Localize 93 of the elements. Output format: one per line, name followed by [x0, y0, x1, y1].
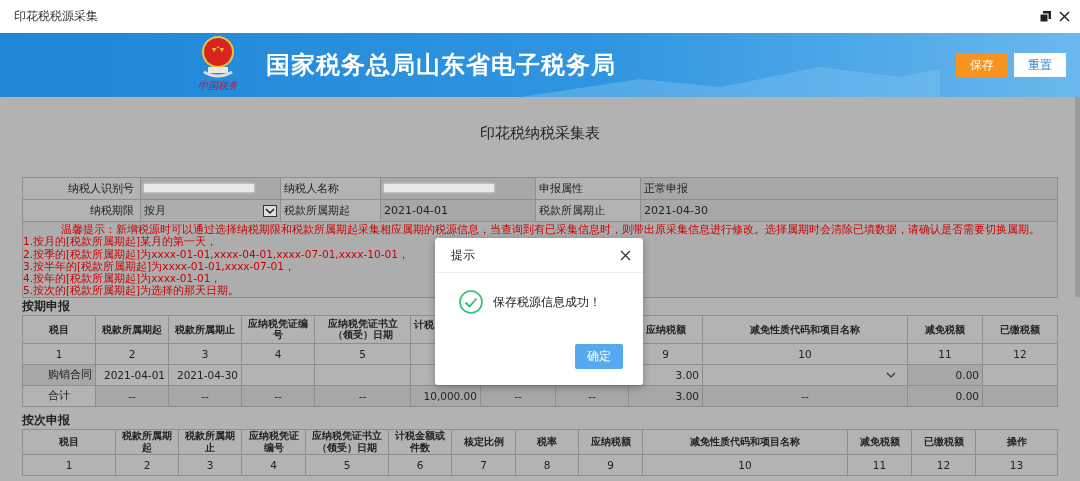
chevron-down-icon: [886, 371, 896, 378]
table-cell: --: [514, 389, 522, 402]
column-header: 税目: [59, 436, 79, 448]
table-cell: 10: [798, 347, 812, 360]
table-cell: --: [358, 389, 367, 402]
chevron-down-icon: [263, 204, 277, 217]
table-cell: 3.00: [675, 389, 699, 402]
column-header: 应纳税额: [590, 436, 631, 448]
confirm-button[interactable]: 确定: [575, 344, 623, 369]
table-cell: 5: [359, 347, 366, 360]
field-label: 纳税期限: [90, 204, 134, 217]
table-cell: 合计: [48, 388, 70, 401]
field-label: 申报属性: [539, 182, 583, 195]
window-title: 印花税税源采集: [14, 8, 99, 25]
table-cell: --: [128, 389, 136, 402]
form-title: 印花税纳税采集表: [480, 124, 600, 142]
column-header: 已缴税额: [923, 436, 964, 448]
table-cell: 8: [543, 458, 551, 471]
table-cell: 1: [65, 458, 73, 471]
section-title: 按期申报: [22, 298, 70, 314]
table-cell: 10,000.00: [423, 389, 477, 402]
table-cell: 10: [738, 458, 752, 471]
notice-text: 3.按半年的[税款所属期起]为xxxx-01-01,xxxx-07-01，: [23, 259, 295, 273]
column-header: 应纳税凭证书立（领受）日期: [312, 430, 382, 453]
table-cell: 6: [416, 458, 424, 471]
table-cell: 3.00: [675, 368, 699, 381]
column-header: 税款所属期起: [102, 323, 162, 335]
column-header: 减免税额: [859, 436, 900, 448]
table-cell: 1: [55, 347, 63, 360]
column-header: 税率: [537, 436, 557, 448]
table-cell: 12: [936, 458, 951, 471]
table-cell: 9: [662, 347, 669, 360]
table-cell: --: [588, 389, 596, 402]
table-cell: 7: [480, 458, 487, 471]
table-cell: 5: [343, 458, 351, 471]
table-cell: 13: [1009, 458, 1024, 471]
table-cell: 0.00: [955, 389, 979, 402]
column-header: 减免性质代码和项目名称: [750, 323, 860, 335]
column-header: 税款所属期起: [122, 430, 172, 453]
table-cell: 2021-04-30: [176, 368, 238, 381]
column-header: 计税金额或件数: [395, 430, 445, 453]
column-header: 税款所属期止: [185, 430, 235, 453]
dialog-message: 保存税源信息成功！: [493, 294, 601, 310]
table-cell: 3: [206, 458, 214, 471]
restore-icon[interactable]: [1040, 11, 1051, 22]
logo-caption: 中国税务: [198, 80, 238, 91]
field-label: 纳税人名称: [284, 182, 339, 195]
save-button[interactable]: 保存: [956, 53, 1008, 77]
field-label: 纳税人识别号: [68, 182, 134, 195]
table-cell: 4: [274, 347, 282, 360]
notice-text: 2.按季的[税款所属期起]为xxxx-01-01,xxxx-04-01,xxxx-07-01,xxxx-10-01，: [23, 247, 409, 260]
dialog-title: 提示: [451, 246, 475, 264]
field-value: 正常申报: [644, 182, 688, 195]
column-header: 税款所属期止: [175, 323, 235, 335]
column-header: 减免性质代码和项目名称: [690, 436, 800, 448]
table-cell: 9: [607, 458, 614, 471]
notice-text: 1.按月的[税款所属期起]某月的第一天，: [23, 235, 218, 248]
column-header: 应纳税凭证编号: [248, 317, 308, 341]
table-cell: 12: [1013, 347, 1027, 360]
section-title: 按次申报: [22, 412, 70, 428]
table-cell: 11: [938, 347, 952, 360]
table-cell: 4: [270, 458, 277, 471]
close-icon[interactable]: [620, 249, 631, 261]
column-header: 计税: [414, 318, 434, 330]
table-cell: 3: [201, 347, 209, 360]
column-header: 应纳税凭证编号: [248, 430, 299, 453]
table-cell: 购销合同: [48, 367, 92, 380]
banner-title: 国家税务总局山东省电子税务局: [266, 50, 616, 81]
table-cell: 0.00: [955, 368, 979, 381]
table-cell: --: [274, 389, 282, 402]
column-header: 应纳税凭证书立（领受）日期: [327, 317, 398, 341]
field-label: 税款所属期止: [539, 204, 605, 217]
table-cell: 2: [128, 347, 136, 360]
close-icon[interactable]: [1059, 11, 1070, 22]
field-value: 2021-04-30: [644, 204, 708, 217]
column-header: 减免税额: [925, 323, 965, 335]
table-cell: --: [201, 389, 209, 402]
column-header: 已缴税额: [1000, 323, 1040, 335]
notice-text: 4.按年的[税款所属期起]为xxxx-01-01，: [23, 272, 222, 285]
reset-button[interactable]: 重置: [1014, 53, 1066, 77]
field-value: 2021-04-01: [384, 204, 448, 217]
column-header: 操作: [1006, 436, 1027, 448]
notice-text: 温馨提示：新增税源时可以通过选择纳税期限和税款所属期起采集相应属期的税源信息，当查询到有已采集信息时，则带出原采集信息进行修改。选择属期时会清除已填数据，请确认是否需要切换属期。: [60, 223, 1040, 236]
column-header: 核定比例: [463, 436, 504, 448]
table-cell: 11: [872, 458, 887, 471]
column-header: 应纳税额: [645, 323, 686, 335]
table-cell: 2: [143, 458, 151, 471]
table-cell: --: [801, 389, 809, 402]
notice-text: 5.按次的[税款所属期起]为选择的那天日期。: [23, 284, 240, 297]
success-check-icon: [459, 290, 483, 314]
field-label: 税款所属期起: [284, 204, 350, 217]
column-header: 税目: [49, 323, 69, 335]
table-cell: 2021-04-01: [103, 368, 165, 381]
